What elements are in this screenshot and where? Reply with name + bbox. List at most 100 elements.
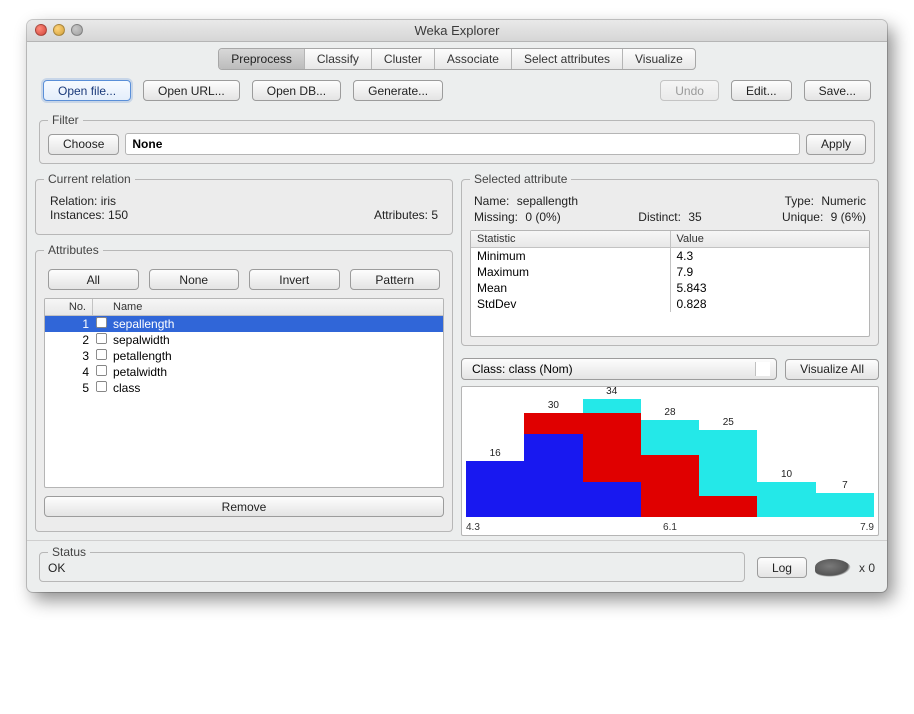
- stat-value: 7.9: [671, 264, 870, 280]
- attributes-table: No. Name 1 sepallength 2 sepalwidth3petalle…: [44, 298, 444, 488]
- weka-bird-icon: [815, 559, 851, 577]
- stat-value: 0.828: [671, 296, 870, 312]
- visualize-all-button[interactable]: Visualize All: [785, 359, 879, 380]
- attributes-group: Attributes All None Invert Pattern No. N…: [35, 243, 453, 532]
- window: Weka Explorer PreprocessClassifyClusterA…: [27, 20, 887, 592]
- attributes-legend: Attributes: [44, 243, 103, 257]
- tab-cluster[interactable]: Cluster: [372, 49, 435, 69]
- attr-row-name: sepallength: [111, 317, 443, 331]
- filter-choose-button[interactable]: Choose: [48, 134, 119, 155]
- window-zoom-button[interactable]: [71, 24, 83, 36]
- tab-visualize[interactable]: Visualize: [623, 49, 695, 69]
- attr-row-no: 5: [45, 381, 93, 395]
- current-relation-group: Current relation Relation: iris Instance…: [35, 172, 453, 235]
- window-close-button[interactable]: [35, 24, 47, 36]
- axis-tick: 4.3: [466, 522, 480, 533]
- tabset: PreprocessClassifyClusterAssociateSelect…: [218, 48, 696, 70]
- selattr-missing: 0 (0%): [525, 210, 560, 224]
- attr-none-button[interactable]: None: [149, 269, 240, 290]
- histogram-segment: [583, 482, 641, 517]
- attribute-row[interactable]: 4petalwidth: [45, 364, 443, 380]
- log-button[interactable]: Log: [757, 557, 807, 578]
- filter-value[interactable]: None: [125, 133, 800, 155]
- histogram-bin-label: 10: [757, 469, 815, 480]
- relation-name-label: Relation:: [50, 194, 97, 208]
- tab-preprocess[interactable]: Preprocess: [219, 49, 305, 69]
- attr-pattern-button[interactable]: Pattern: [350, 269, 441, 290]
- tab-select-attributes[interactable]: Select attributes: [512, 49, 623, 69]
- attr-row-checkbox[interactable]: [96, 349, 107, 360]
- histogram-segment: [583, 413, 641, 482]
- stat-name: StdDev: [471, 296, 671, 312]
- stat-head-value: Value: [671, 231, 870, 247]
- histogram-bin-label: 28: [641, 407, 699, 418]
- attr-row-checkbox[interactable]: [96, 317, 107, 328]
- stat-value: 5.843: [671, 280, 870, 296]
- statistics-table: Statistic Value Minimum4.3Maximum7.9Mean…: [470, 230, 870, 337]
- tab-classify[interactable]: Classify: [305, 49, 372, 69]
- remove-button[interactable]: Remove: [44, 496, 444, 517]
- attr-head-no: No.: [45, 299, 93, 315]
- tabs-row: PreprocessClassifyClusterAssociateSelect…: [27, 42, 887, 70]
- window-controls: [35, 24, 83, 36]
- window-minimize-button[interactable]: [53, 24, 65, 36]
- histogram-chart: 1630342825107 4.36.17.9: [461, 386, 879, 536]
- relation-name: iris: [101, 194, 116, 208]
- toolbar: Open file... Open URL... Open DB... Gene…: [27, 70, 887, 109]
- selattr-distinct: 35: [688, 210, 701, 224]
- attribute-row[interactable]: 2 sepalwidth: [45, 332, 443, 348]
- stat-name: Maximum: [471, 264, 671, 280]
- save-button[interactable]: Save...: [804, 80, 871, 101]
- open-file-button[interactable]: Open file...: [43, 80, 131, 101]
- attr-all-button[interactable]: All: [48, 269, 139, 290]
- attributes-label: Attributes:: [374, 208, 428, 222]
- filter-legend: Filter: [48, 113, 83, 127]
- log-counter: x 0: [859, 561, 875, 575]
- attr-row-checkbox[interactable]: [96, 381, 107, 392]
- histogram-segment: [583, 399, 641, 413]
- selattr-name-label: Name:: [474, 194, 513, 208]
- histogram-bin-label: 25: [699, 417, 757, 428]
- attr-invert-button[interactable]: Invert: [249, 269, 340, 290]
- chevron-updown-icon: ▴▾: [764, 363, 769, 377]
- attribute-row[interactable]: 3petallength: [45, 348, 443, 364]
- selected-attribute-legend: Selected attribute: [470, 172, 571, 186]
- edit-button[interactable]: Edit...: [731, 80, 792, 101]
- open-url-button[interactable]: Open URL...: [143, 80, 240, 101]
- attr-row-name: sepalwidth: [111, 333, 443, 347]
- attr-row-checkbox[interactable]: [96, 333, 107, 344]
- tab-associate[interactable]: Associate: [435, 49, 512, 69]
- attr-head-name: Name: [93, 299, 443, 315]
- attr-row-no: 1: [45, 317, 93, 331]
- selattr-type: Numeric: [821, 194, 866, 208]
- selattr-unique: 9 (6%): [831, 210, 866, 224]
- histogram-bin-label: 16: [466, 448, 524, 459]
- attribute-row[interactable]: 1 sepallength: [45, 316, 443, 332]
- stat-row: Mean5.843: [471, 280, 869, 296]
- stat-row: Maximum7.9: [471, 264, 869, 280]
- class-select[interactable]: Class: class (Nom) ▴▾: [461, 358, 777, 380]
- histogram-segment: [524, 434, 582, 517]
- histogram-segment: [466, 461, 524, 517]
- attr-row-checkbox[interactable]: [96, 365, 107, 376]
- undo-button: Undo: [660, 80, 719, 101]
- filter-apply-button[interactable]: Apply: [806, 134, 866, 155]
- filter-group: Filter Choose None Apply: [39, 113, 875, 164]
- attr-row-no: 2: [45, 333, 93, 347]
- titlebar: Weka Explorer: [27, 20, 887, 42]
- open-db-button[interactable]: Open DB...: [252, 80, 341, 101]
- histogram-segment: [757, 482, 815, 517]
- histogram-bin-label: 7: [816, 480, 874, 491]
- stat-value: 4.3: [671, 248, 870, 264]
- histogram-segment: [641, 455, 699, 517]
- attr-row-name: class: [111, 381, 443, 395]
- stat-name: Mean: [471, 280, 671, 296]
- attr-row-no: 4: [45, 365, 93, 379]
- current-relation-legend: Current relation: [44, 172, 135, 186]
- histogram-segment: [699, 430, 757, 496]
- instances-label: Instances:: [50, 208, 105, 222]
- selected-attribute-group: Selected attribute Name: sepallength Typ…: [461, 172, 879, 346]
- class-select-label: Class: class (Nom): [472, 362, 573, 376]
- attribute-row[interactable]: 5 class: [45, 380, 443, 396]
- generate-button[interactable]: Generate...: [353, 80, 443, 101]
